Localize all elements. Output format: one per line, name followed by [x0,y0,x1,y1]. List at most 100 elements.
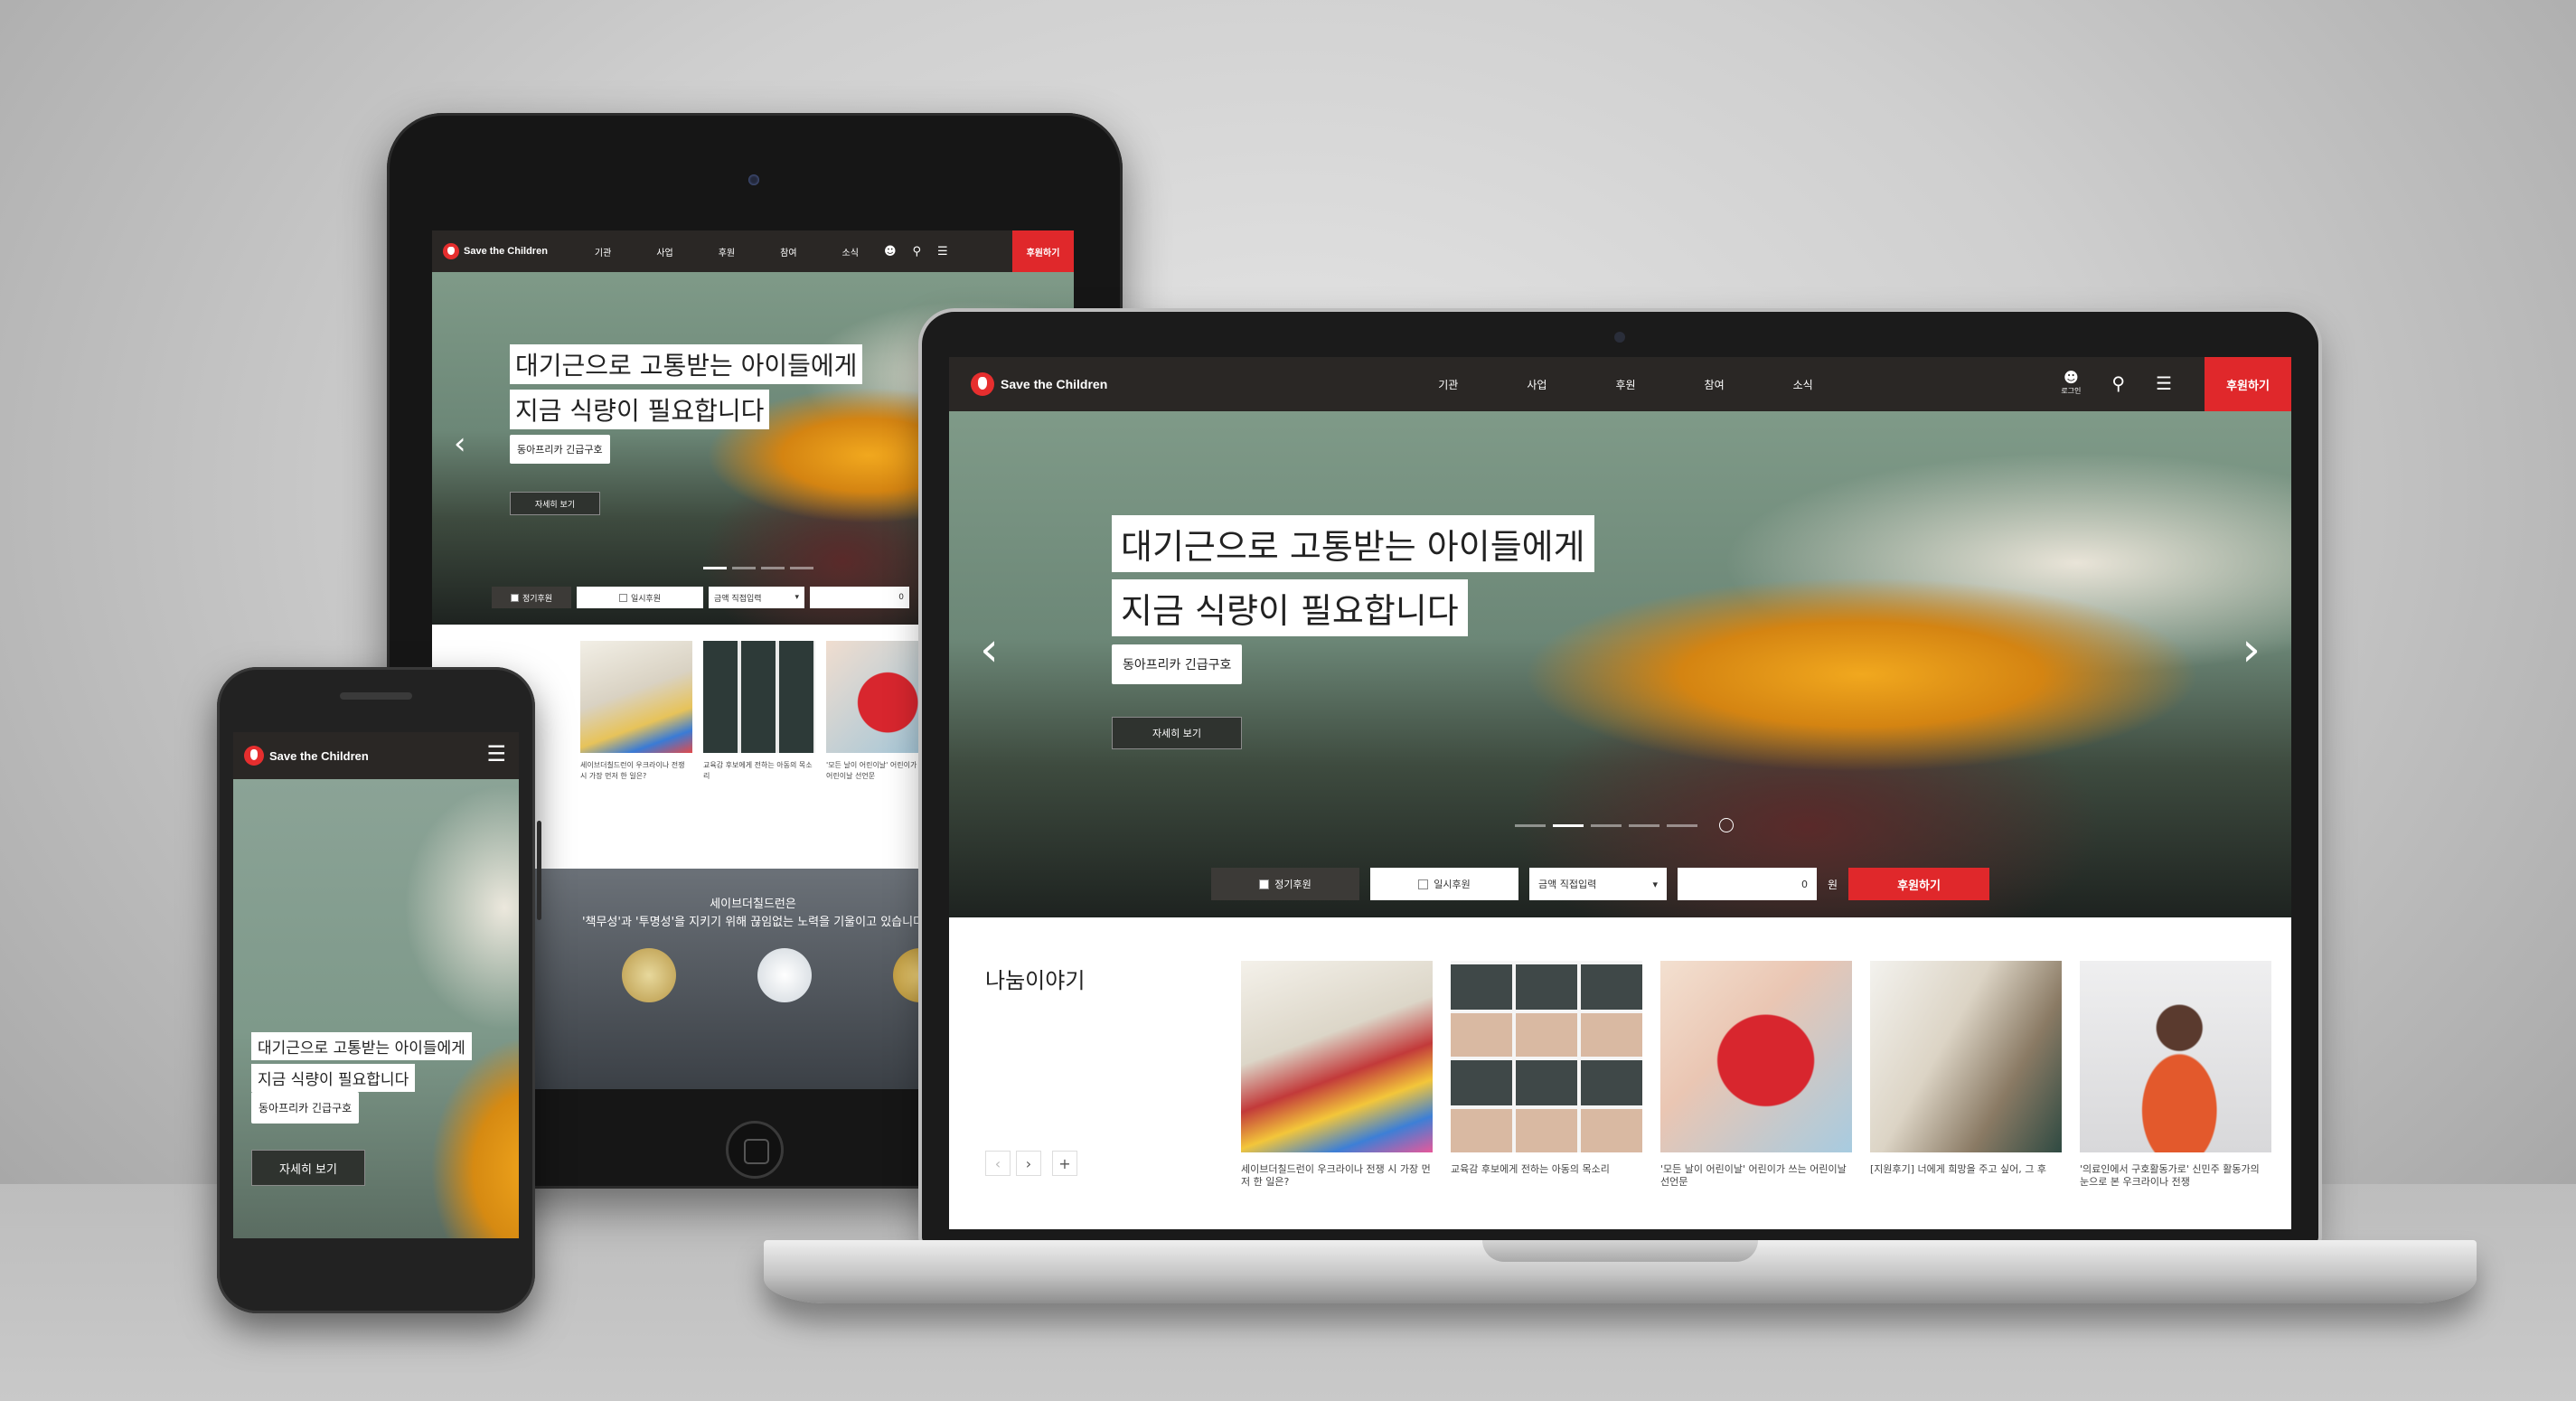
regular-donation-toggle[interactable]: 정기후원 [1211,868,1359,900]
hamburger-icon[interactable]: ☰ [2156,372,2172,394]
stories-next-icon[interactable]: › [1016,1151,1041,1176]
slide-dot[interactable] [1553,823,1584,827]
story-thumbnail[interactable] [1870,961,2062,1152]
story-caption[interactable]: '모든 날이 어린이날' 어린이가 쓰는 어린이날 선언문 [1660,1163,1852,1189]
story-thumbnail[interactable] [1451,961,1642,1152]
menu-item-news[interactable]: 소식 [842,245,859,259]
more-button[interactable]: 자세히 보기 [510,492,600,515]
donation-submit-button[interactable]: 후원하기 [1848,868,1990,900]
amount-input[interactable]: 0 [1678,868,1817,900]
amount-select[interactable]: 금액 직접입력 ▾ [1529,868,1667,900]
slide-dot[interactable] [761,567,785,569]
story-thumbnail[interactable] [580,641,692,753]
brand-logo-icon [244,746,264,766]
regular-donation-label: 정기후원 [1274,879,1312,890]
story-thumbnail[interactable] [703,641,815,753]
hero-title: 대기근으로 고통받는 아이들에게 지금 식량이 필요합니다 [1112,515,1594,636]
slide-dot[interactable] [790,567,813,569]
story-thumbnail[interactable] [1241,961,1433,1152]
regular-donation-label: 정기후원 [522,594,553,604]
prev-slide-icon[interactable]: ‹ [980,623,999,677]
story-thumbnail[interactable] [1660,961,1852,1152]
next-slide-icon[interactable]: › [2242,623,2261,677]
phone-nav: Save the Children ☰ [233,732,519,779]
menu-item-business[interactable]: 사업 [656,245,672,259]
tablet-home-button[interactable] [726,1121,784,1179]
story-caption[interactable]: '의료인에서 구호활동가로' 신민주 활동가의 눈으로 본 우크라이나 전쟁 [2080,1163,2271,1189]
amount-select[interactable]: 금액 직접입력 ▾ [709,587,804,608]
brand-name: Save the Children [269,748,369,763]
checkbox-icon [1259,879,1270,889]
onetime-donation-toggle[interactable]: 일시후원 [577,587,703,608]
story-thumbnail[interactable] [2080,961,2271,1152]
amount-select-value: 금액 직접입력 [714,594,762,604]
amount-input[interactable]: 0 [810,587,909,608]
menu-item-news[interactable]: 소식 [1793,377,1813,392]
slide-dot[interactable] [703,567,727,569]
hero-title-line2: 지금 식량이 필요합니다 [510,390,770,429]
main-menu: 기관 사업 후원 참여 소식 [1438,377,1812,392]
laptop-notch [1482,1240,1758,1262]
prev-slide-icon[interactable]: ‹ [454,426,466,462]
phone-speaker [340,692,412,700]
menu-item-participate[interactable]: 참여 [1705,377,1725,392]
slide-dot[interactable] [1667,823,1697,827]
checkbox-icon [510,593,519,602]
slide-indicator[interactable] [703,567,813,569]
more-button[interactable]: 자세히 보기 [1112,717,1242,749]
chevron-down-icon: ▾ [1652,878,1658,890]
menu-item-org[interactable]: 기관 [595,245,611,259]
donate-button[interactable]: 후원하기 [2205,357,2291,411]
hero-tag: 동아프리카 긴급구호 [251,1092,360,1124]
slide-dot[interactable] [1591,823,1622,827]
stories-section: 나눔이야기 세이브더칠드런이 우크라이나 전쟁 시 가장 먼저 한 일은? 교육… [949,917,2291,1229]
donate-button[interactable]: 후원하기 [1012,230,1074,272]
brand-logo[interactable]: Save the Children [443,243,548,259]
search-icon[interactable]: ⚲ [913,245,922,259]
story-caption[interactable]: 세이브더칠드런이 우크라이나 전쟁 시 가장 먼저 한 일은? [1241,1163,1433,1189]
brand-logo[interactable]: Save the Children [244,746,369,766]
menu-item-support[interactable]: 후원 [1615,377,1635,392]
laptop-device: Save the Children 기관 사업 후원 참여 소식 ☻ 로그인 ⚲… [922,312,2318,1243]
pause-icon[interactable] [1719,818,1734,832]
onetime-donation-label: 일시후원 [630,594,662,604]
user-icon[interactable]: ☻ [884,245,897,259]
story-caption[interactable]: 교육감 후보에게 전하는 아동의 목소리 [703,760,815,814]
phone-screen: Save the Children ☰ 대기근으로 고통받는 아이들에게 지금 … [233,732,519,1238]
tablet-camera [748,174,759,185]
donation-bar: 정기후원 일시후원 금액 직접입력 ▾ 0 원 후원하기 [1211,868,1990,900]
menu-item-business[interactable]: 사업 [1527,377,1547,392]
slide-dot[interactable] [732,567,756,569]
brand-name: Save the Children [1001,377,1108,391]
menu-item-org[interactable]: 기관 [1438,377,1458,392]
user-icon: ☻ [2064,369,2079,386]
slide-dot[interactable] [1629,823,1659,827]
hamburger-icon[interactable]: ☰ [486,741,506,766]
login-link[interactable]: ☻ 로그인 [2061,370,2081,396]
stories-more-icon[interactable]: + [1052,1151,1077,1176]
currency-unit: 원 [1828,878,1838,891]
hero-title-line2: 지금 식량이 필요합니다 [251,1064,416,1092]
search-icon[interactable]: ⚲ [2111,372,2125,394]
login-label: 로그인 [2061,387,2082,395]
checkbox-icon [1418,879,1429,889]
menu-item-participate[interactable]: 참여 [780,245,796,259]
story-caption[interactable]: 세이브더칠드런이 우크라이나 전쟁 시 가장 먼저 한 일은? [580,760,692,814]
menu-item-support[interactable]: 후원 [719,245,735,259]
brand-logo[interactable]: Save the Children [971,372,1107,396]
nav-utilities: ☻ ⚲ ☰ [884,245,948,259]
onetime-donation-label: 일시후원 [1434,879,1471,890]
hero-tag: 동아프리카 긴급구호 [510,435,610,464]
story-caption[interactable]: 교육감 후보에게 전하는 아동의 목소리 [1451,1163,1642,1189]
tablet-nav: Save the Children 기관 사업 후원 참여 소식 ☻ ⚲ ☰ 후… [432,230,1074,272]
onetime-donation-toggle[interactable]: 일시후원 [1370,868,1518,900]
more-button[interactable]: 자세히 보기 [251,1150,365,1186]
slide-dot[interactable] [1515,823,1546,827]
slide-indicator[interactable] [1515,818,1734,832]
checkbox-icon [618,593,627,602]
hamburger-icon[interactable]: ☰ [937,245,948,259]
regular-donation-toggle[interactable]: 정기후원 [492,587,571,608]
stories-prev-icon[interactable]: ‹ [985,1151,1011,1176]
brand-logo-icon [443,243,459,259]
story-caption[interactable]: [지원후기] 너에게 희망을 주고 싶어, 그 후 [1870,1163,2062,1189]
